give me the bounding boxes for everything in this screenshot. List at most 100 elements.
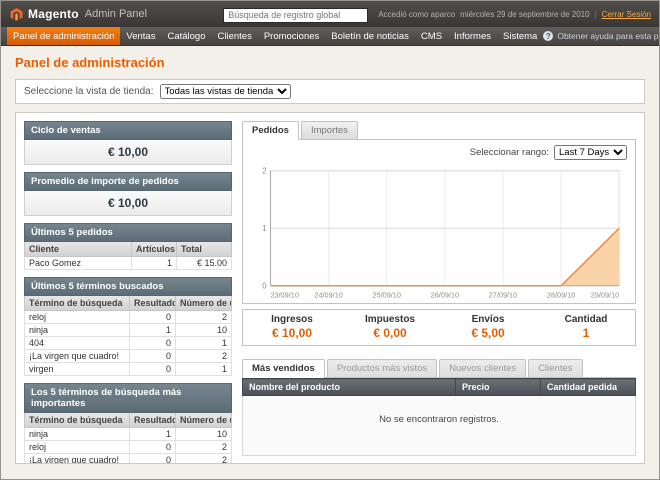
box-title: Los 5 términos de búsqueda más important… — [24, 383, 232, 413]
svg-text:1: 1 — [262, 224, 266, 233]
cell: 1 — [130, 324, 176, 337]
empty-message: No se encontraron registros. — [243, 396, 636, 456]
dashboard: Ciclo de ventas € 10,00 Promedio de impo… — [15, 112, 645, 464]
global-search — [223, 5, 368, 23]
logout-link[interactable]: Cerrar Sesión — [602, 10, 651, 19]
logged-in-as: Accedió como aparco — [378, 10, 455, 19]
table-row[interactable]: ¡La virgen que cuadro!02 — [25, 350, 232, 363]
nav-item-ventas[interactable]: Ventas — [120, 27, 161, 45]
page-content: Panel de administración Seleccione la vi… — [1, 46, 659, 464]
table-row[interactable]: 40401 — [25, 337, 232, 350]
global-search-input[interactable] — [223, 8, 368, 23]
cell: 2 — [176, 454, 232, 465]
data-table: ClienteArtículosTotalPaco Gomez1€ 15.00 — [24, 242, 232, 270]
nav-item-sistema[interactable]: Sistema — [497, 27, 543, 45]
svg-text:28/09/10: 28/09/10 — [547, 290, 575, 299]
current-date: miércoles 29 de septiembre de 2010 — [460, 10, 589, 19]
nav-item-promociones[interactable]: Promociones — [258, 27, 325, 45]
svg-text:23/09/10: 23/09/10 — [270, 290, 298, 299]
cell: 0 — [130, 363, 176, 376]
store-view-label: Seleccione la vista de tienda: — [24, 86, 154, 97]
table-row[interactable]: Paco Gomez1€ 15.00 — [25, 257, 232, 270]
tab-mas-vendidos[interactable]: Más vendidos — [242, 359, 325, 378]
stat-label: Cantidad — [537, 314, 635, 325]
grids-tabs: Más vendidosProductos más vistosNuevos c… — [242, 359, 636, 378]
last-orders-box: Últimos 5 pedidos ClienteArtículosTotalP… — [24, 223, 232, 270]
stat-ingresos: Ingresos€ 10,00 — [243, 314, 341, 340]
table-row[interactable]: ninja110 — [25, 324, 232, 337]
store-view-select[interactable]: Todas las vistas de tienda — [160, 84, 291, 99]
svg-text:0: 0 — [262, 282, 267, 291]
table-header-row: Término de búsquedaResultadosNúmero de u… — [25, 413, 232, 428]
lifetime-sales-value: € 10,00 — [24, 140, 232, 165]
stat-value: 1 — [537, 326, 635, 340]
table-row[interactable]: reloj02 — [25, 311, 232, 324]
cell: 0 — [130, 311, 176, 324]
products-table: Nombre del productoPrecioCantidad pedida… — [242, 378, 636, 456]
help-icon: ? — [543, 31, 553, 41]
stat-impuestos: Impuestos€ 0,00 — [341, 314, 439, 340]
average-orders-box: Promedio de importe de pedidos € 10,00 — [24, 172, 232, 216]
column-header: Artículos — [132, 242, 177, 257]
lifetime-sales-box: Ciclo de ventas € 10,00 — [24, 121, 232, 165]
svg-text:25/09/10: 25/09/10 — [373, 290, 401, 299]
cell: 1 — [130, 428, 176, 441]
cell: € 15.00 — [177, 257, 232, 270]
cell: ¡La virgen que cuadro! — [25, 454, 130, 465]
nav-item-catalogo[interactable]: Catálogo — [161, 27, 211, 45]
cell: 1 — [176, 337, 232, 350]
nav-item-informes[interactable]: Informes — [448, 27, 497, 45]
table-row[interactable]: ninja110 — [25, 428, 232, 441]
top-search-table: Término de búsquedaResultadosNúmero de u… — [24, 413, 232, 464]
svg-text:24/09/10: 24/09/10 — [314, 290, 342, 299]
svg-text:26/09/10: 26/09/10 — [431, 290, 459, 299]
stat-envios: Envíos€ 5,00 — [439, 314, 537, 340]
data-table: Término de búsquedaResultadosNúmero de u… — [24, 296, 232, 376]
nav-item-boletin-de-noticias[interactable]: Boletín de noticias — [325, 27, 415, 45]
range-selector: Seleccionar rango: Last 7 Days — [251, 145, 627, 160]
table-row[interactable]: virgen01 — [25, 363, 232, 376]
nav-item-clientes[interactable]: Clientes — [212, 27, 258, 45]
tab-importes[interactable]: Importes — [301, 121, 358, 139]
cell: 2 — [176, 441, 232, 454]
totals-row: Ingresos€ 10,00Impuestos€ 0,00Envíos€ 5,… — [242, 309, 636, 346]
stat-value: € 5,00 — [439, 326, 537, 340]
cell: ninja — [25, 428, 130, 441]
last-search-table: Término de búsquedaResultadosNúmero de u… — [24, 296, 232, 376]
svg-text:29/09/10: 29/09/10 — [591, 290, 619, 299]
cell: 0 — [130, 337, 176, 350]
products-grid: Nombre del productoPrecioCantidad pedida… — [242, 378, 636, 456]
cell: ninja — [25, 324, 130, 337]
tab-clientes[interactable]: Clientes — [528, 359, 582, 377]
empty-row: No se encontraron registros. — [243, 396, 636, 456]
average-orders-value: € 10,00 — [24, 191, 232, 216]
magento-logo: Magento Admin Panel — [9, 7, 147, 22]
last-search-box: Últimos 5 términos buscados Término de b… — [24, 277, 232, 376]
nav-items: Panel de administraciónVentasCatálogoCli… — [7, 27, 543, 45]
session-info: Accedió como aparco miércoles 29 de sept… — [378, 10, 651, 19]
chart-panel: Seleccionar rango: Last 7 Days 01223/09/… — [242, 140, 636, 304]
range-label: Seleccionar rango: — [470, 147, 549, 158]
column-header: Total — [177, 242, 232, 257]
tab-nuevos-clientes[interactable]: Nuevos clientes — [439, 359, 526, 377]
cell: 0 — [130, 441, 176, 454]
range-select[interactable]: Last 7 Days — [554, 145, 627, 160]
cell: reloj — [25, 441, 130, 454]
tab-productos-mas-vistos[interactable]: Productos más vistos — [327, 359, 437, 377]
stat-cantidad: Cantidad1 — [537, 314, 635, 340]
stat-label: Envíos — [439, 314, 537, 325]
column-header: Cliente — [25, 242, 132, 257]
help-label: Obtener ayuda para esta página — [557, 31, 660, 41]
cell: Paco Gomez — [25, 257, 132, 270]
header-bar: Magento Admin Panel Accedió como aparco … — [1, 1, 659, 27]
nav-item-cms[interactable]: CMS — [415, 27, 448, 45]
table-row[interactable]: reloj02 — [25, 441, 232, 454]
cell: 2 — [176, 311, 232, 324]
nav-item-panel-de-administracion[interactable]: Panel de administración — [7, 27, 120, 45]
cell: reloj — [25, 311, 130, 324]
box-title: Ciclo de ventas — [24, 121, 232, 140]
cell: 1 — [132, 257, 177, 270]
table-row[interactable]: ¡La virgen que cuadro!02 — [25, 454, 232, 465]
tab-pedidos[interactable]: Pedidos — [242, 121, 299, 140]
help-link[interactable]: ? Obtener ayuda para esta página — [543, 27, 660, 45]
